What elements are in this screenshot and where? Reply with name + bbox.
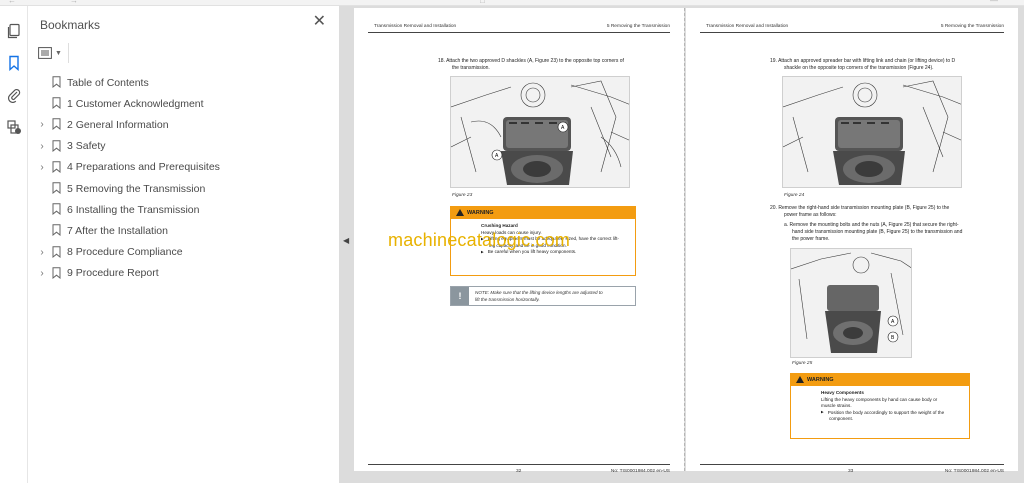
figure-23-image: A A bbox=[450, 76, 630, 188]
bookmark-item[interactable]: Table of Contents bbox=[28, 72, 340, 93]
bookmark-icon bbox=[52, 161, 61, 173]
bookmark-item[interactable]: › 9 Procedure Report bbox=[28, 263, 340, 284]
panel-title: Bookmarks bbox=[40, 18, 101, 32]
footer-rule bbox=[368, 464, 670, 465]
bookmark-icon bbox=[52, 139, 61, 152]
bookmark-item[interactable]: › 2 General Information bbox=[28, 114, 340, 135]
substep-a-cont: the power frame. bbox=[792, 236, 830, 242]
pages-icon[interactable] bbox=[3, 20, 25, 42]
bookmark-icon bbox=[52, 266, 61, 279]
bookmark-label: 2 General Information bbox=[67, 118, 169, 131]
bookmark-icon[interactable] bbox=[3, 52, 25, 74]
figure-caption: Figure 23 bbox=[452, 193, 473, 198]
mounting-plate-drawing: A B bbox=[791, 252, 911, 353]
step-20-cont: power frame as follows: bbox=[784, 212, 837, 218]
bookmark-label: Table of Contents bbox=[67, 76, 149, 89]
warning-header: WARNING bbox=[791, 374, 969, 386]
note-line: lift the transmission horizontally. bbox=[475, 296, 540, 302]
bookmark-label: 4 Preparations and Prerequisites bbox=[67, 161, 220, 174]
toolbar-glyph[interactable]: — bbox=[990, 0, 998, 5]
figure-24-image bbox=[782, 76, 962, 188]
figure-25-image: A B bbox=[790, 248, 912, 358]
bookmark-label: 6 Installing the Transmission bbox=[67, 203, 200, 216]
bookmark-icon bbox=[52, 245, 61, 258]
bookmark-item[interactable]: › 4 Preparations and Prerequisites bbox=[28, 157, 340, 178]
page-header-left: Transmission Removal and Installation bbox=[706, 24, 789, 29]
page-number: 33 bbox=[848, 469, 854, 474]
expand-chevron-icon[interactable]: › bbox=[37, 247, 47, 258]
list-options-icon bbox=[38, 47, 52, 59]
bookmark-label: 8 Procedure Compliance bbox=[67, 246, 183, 259]
figure-caption: Figure 25 bbox=[792, 361, 813, 366]
bookmark-label: 3 Safety bbox=[67, 140, 106, 153]
page-33: Transmission Removal and Installation 5 … bbox=[686, 8, 1018, 474]
chevron-down-icon: ▼ bbox=[55, 49, 62, 57]
toolbar-glyph[interactable]: → bbox=[70, 0, 78, 5]
note-box: ! NOTE: Make sure that the lifting devic… bbox=[450, 286, 636, 306]
bookmarks-panel: Bookmarks ✕ ▼ Table of Contents 1 Custome… bbox=[28, 6, 340, 483]
warning-header: WARNING bbox=[451, 207, 635, 219]
expand-chevron-icon[interactable]: › bbox=[37, 268, 47, 279]
expand-chevron-icon[interactable]: › bbox=[37, 119, 47, 130]
bookmark-item[interactable]: 1 Customer Acknowledgment bbox=[28, 93, 340, 114]
warning-icon bbox=[796, 376, 804, 383]
warning-label: WARNING bbox=[807, 377, 834, 383]
footer-rule bbox=[700, 464, 1004, 465]
bookmark-item[interactable]: 6 Installing the Transmission bbox=[28, 199, 340, 220]
bookmark-label: 7 After the Installation bbox=[67, 224, 168, 237]
note-line: NOTE: Make sure that the lifting device … bbox=[475, 290, 603, 295]
bookmark-icon bbox=[52, 203, 61, 216]
bookmark-label: 1 Customer Acknowledgment bbox=[67, 97, 204, 110]
step-19-cont: shackle on the opposite top corners of t… bbox=[784, 65, 934, 71]
page-number: 32 bbox=[516, 469, 522, 474]
watermark-text: machinecatalogic.com bbox=[388, 230, 571, 250]
bookmark-icon bbox=[52, 224, 61, 237]
attachment-icon[interactable] bbox=[3, 84, 25, 106]
bookmark-label: 5 Removing the Transmission bbox=[67, 182, 206, 195]
header-rule bbox=[368, 32, 670, 33]
layers-icon[interactable] bbox=[3, 116, 25, 138]
expand-chevron-icon[interactable]: › bbox=[37, 141, 47, 152]
doc-number: No: TIS0001984.002 en-US bbox=[944, 469, 1004, 474]
warning-label: WARNING bbox=[467, 210, 494, 216]
page-header-right: 5 Removing the Transmission bbox=[940, 24, 1004, 29]
warning-body: Heavy Components Lifting the heavy compo… bbox=[821, 390, 944, 423]
bookmark-icon bbox=[52, 97, 61, 110]
bookmark-item[interactable]: › 3 Safety bbox=[28, 136, 340, 157]
note-text: NOTE: Make sure that the lifting device … bbox=[469, 287, 609, 305]
header-rule bbox=[700, 32, 1004, 33]
close-icon[interactable]: ✕ bbox=[313, 14, 326, 30]
toolbar-glyph[interactable]: ← bbox=[8, 0, 16, 5]
bookmark-item[interactable]: 7 After the Installation bbox=[28, 220, 340, 241]
bookmark-options-button[interactable]: ▼ bbox=[38, 44, 68, 62]
collapse-panel-arrow[interactable]: ◀ bbox=[343, 236, 349, 245]
divider bbox=[68, 43, 69, 63]
expand-chevron-icon[interactable]: › bbox=[37, 162, 47, 173]
bookmark-icon bbox=[52, 182, 61, 194]
bookmark-icon bbox=[52, 118, 61, 131]
toolbar-glyph[interactable]: □ bbox=[480, 0, 485, 5]
bookmark-label: 9 Procedure Report bbox=[67, 267, 159, 280]
warning-icon bbox=[456, 209, 464, 216]
warning-bullet-cont: component. bbox=[829, 416, 854, 421]
doc-number: No: TIS0001984.002 en-US bbox=[610, 469, 670, 474]
transmission-drawing bbox=[783, 80, 961, 185]
page-header-left: Transmission Removal and Installation bbox=[374, 24, 457, 29]
info-icon: ! bbox=[451, 287, 469, 305]
page-divider bbox=[684, 8, 685, 471]
warning-box: WARNING Heavy Components Lifting the hea… bbox=[790, 373, 970, 439]
page-header-right: 5 Removing the Transmission bbox=[606, 24, 670, 29]
transmission-drawing: A A bbox=[451, 80, 629, 185]
bookmark-item[interactable]: 5 Removing the Transmission bbox=[28, 178, 340, 199]
bookmark-item[interactable]: › 8 Procedure Compliance bbox=[28, 242, 340, 263]
figure-caption: Figure 24 bbox=[784, 193, 805, 198]
step-18-cont: the transmission. bbox=[452, 65, 490, 71]
bookmark-list: Table of Contents 1 Customer Acknowledgme… bbox=[28, 72, 340, 284]
tool-rail bbox=[0, 6, 28, 483]
bookmark-icon bbox=[52, 76, 61, 88]
